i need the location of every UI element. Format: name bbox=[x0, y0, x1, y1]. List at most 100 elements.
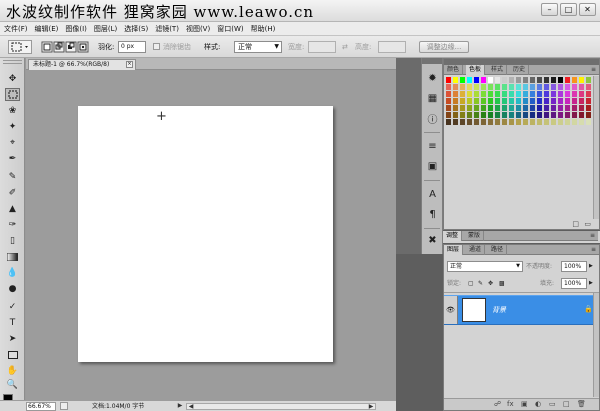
swatch[interactable] bbox=[572, 91, 578, 98]
paragraph-icon[interactable]: ¶ bbox=[426, 208, 439, 221]
swatch[interactable] bbox=[523, 84, 529, 91]
swatch[interactable] bbox=[544, 119, 550, 126]
lock-pixels-icon[interactable]: ✎ bbox=[478, 278, 483, 289]
swatches-scrollbar[interactable] bbox=[593, 76, 599, 219]
tab-styles[interactable]: 样式 bbox=[488, 65, 508, 75]
swatch[interactable] bbox=[446, 105, 452, 112]
shape-icon[interactable] bbox=[5, 348, 20, 361]
height-input[interactable] bbox=[378, 41, 406, 53]
swatch[interactable] bbox=[530, 77, 536, 84]
swatch[interactable] bbox=[516, 105, 522, 112]
swatch[interactable] bbox=[551, 84, 557, 91]
healing-brush-icon[interactable]: ✎ bbox=[5, 170, 20, 183]
panel-menu-icon[interactable]: ≡ bbox=[590, 232, 595, 239]
fill-input[interactable]: 100% bbox=[561, 278, 587, 289]
swatch[interactable] bbox=[502, 105, 508, 112]
swatch[interactable] bbox=[537, 119, 543, 126]
swatch[interactable] bbox=[586, 112, 592, 119]
fill-arrow-icon[interactable]: ▶ bbox=[589, 278, 593, 289]
feather-input[interactable]: 0 px bbox=[118, 41, 146, 53]
swatch[interactable] bbox=[586, 84, 592, 91]
swatches-icon[interactable]: ▦ bbox=[426, 92, 439, 105]
swatch[interactable] bbox=[572, 84, 578, 91]
zoom-icon[interactable]: 🔍 bbox=[5, 378, 20, 391]
scroll-right-icon[interactable]: ▶ bbox=[367, 403, 375, 411]
panel-menu-icon[interactable]: ≡ bbox=[591, 246, 596, 253]
status-settings-icon[interactable] bbox=[60, 402, 68, 410]
swatch[interactable] bbox=[579, 91, 585, 98]
swatch[interactable] bbox=[467, 84, 473, 91]
swatch[interactable] bbox=[481, 112, 487, 119]
move-icon[interactable]: ✥ bbox=[5, 72, 20, 85]
layer-row-background[interactable]: 👁 背景 🔒 bbox=[444, 295, 599, 325]
swatch[interactable] bbox=[495, 84, 501, 91]
swatch[interactable] bbox=[488, 98, 494, 105]
swatch[interactable] bbox=[530, 119, 536, 126]
swatch[interactable] bbox=[537, 91, 543, 98]
swatch[interactable] bbox=[551, 91, 557, 98]
swatch[interactable] bbox=[488, 119, 494, 126]
path-selection-icon[interactable]: ➤ bbox=[5, 332, 20, 345]
panel-menu-icon[interactable]: ≡ bbox=[591, 66, 596, 73]
swatch[interactable] bbox=[586, 77, 592, 84]
document-tab[interactable]: 未标题-1 @ 66.7%(RGB/8) × bbox=[28, 59, 136, 70]
swatch[interactable] bbox=[558, 84, 564, 91]
swatch[interactable] bbox=[551, 119, 557, 126]
hand-icon[interactable]: ✋ bbox=[5, 364, 20, 377]
swatch[interactable] bbox=[523, 112, 529, 119]
tab-channels[interactable]: 通道 bbox=[466, 245, 486, 255]
brush-icon[interactable]: ✐ bbox=[5, 186, 20, 199]
swatch[interactable] bbox=[579, 112, 585, 119]
swatch[interactable] bbox=[516, 119, 522, 126]
swatch[interactable] bbox=[544, 84, 550, 91]
swatch[interactable] bbox=[460, 112, 466, 119]
swatch[interactable] bbox=[544, 112, 550, 119]
swatch[interactable] bbox=[446, 119, 452, 126]
swatch[interactable] bbox=[446, 84, 452, 91]
menu-file[interactable]: 文件(F) bbox=[4, 24, 28, 34]
dodge-icon[interactable]: ● bbox=[5, 282, 20, 295]
tools-presets-icon[interactable]: ✖ bbox=[426, 234, 439, 247]
toolbox-grip[interactable] bbox=[3, 60, 22, 64]
swatch[interactable] bbox=[460, 91, 466, 98]
swatch[interactable] bbox=[495, 119, 501, 126]
swatch[interactable] bbox=[488, 91, 494, 98]
swatch[interactable] bbox=[460, 84, 466, 91]
swatch[interactable] bbox=[523, 77, 529, 84]
swatch[interactable] bbox=[565, 119, 571, 126]
swatch[interactable] bbox=[516, 77, 522, 84]
swatch[interactable] bbox=[509, 105, 515, 112]
swatch[interactable] bbox=[572, 119, 578, 126]
layer-mask-icon[interactable]: ▣ bbox=[521, 400, 528, 408]
tab-masks[interactable]: 蒙版 bbox=[465, 231, 485, 241]
swatch[interactable] bbox=[544, 77, 550, 84]
swatch[interactable] bbox=[488, 112, 494, 119]
close-button[interactable]: ✕ bbox=[579, 3, 596, 16]
swatch[interactable] bbox=[530, 112, 536, 119]
menu-help[interactable]: 帮助(H) bbox=[251, 24, 276, 34]
swatch[interactable] bbox=[509, 98, 515, 105]
swatch[interactable] bbox=[586, 98, 592, 105]
swatch[interactable] bbox=[558, 77, 564, 84]
adjustment-layer-icon[interactable]: ◐ bbox=[535, 400, 541, 408]
brushes-icon[interactable]: ≡ bbox=[426, 140, 439, 153]
swatch[interactable] bbox=[544, 105, 550, 112]
swatch[interactable] bbox=[460, 105, 466, 112]
history-brush-icon[interactable]: ✑ bbox=[5, 218, 20, 231]
swatch[interactable] bbox=[460, 98, 466, 105]
info-icon[interactable]: ⓘ bbox=[426, 112, 439, 126]
swatch[interactable] bbox=[551, 98, 557, 105]
swatch[interactable] bbox=[530, 105, 536, 112]
swatch[interactable] bbox=[565, 77, 571, 84]
swatch[interactable] bbox=[495, 105, 501, 112]
tab-layers[interactable]: 图层 bbox=[444, 245, 464, 255]
swatch[interactable] bbox=[488, 105, 494, 112]
swatch[interactable] bbox=[551, 112, 557, 119]
crop-icon[interactable]: ⌖ bbox=[5, 136, 20, 149]
swatch[interactable] bbox=[579, 77, 585, 84]
swatch[interactable] bbox=[474, 112, 480, 119]
status-menu-arrow-icon[interactable]: ▶ bbox=[176, 402, 184, 410]
swatch[interactable] bbox=[467, 105, 473, 112]
menu-view[interactable]: 视图(V) bbox=[186, 24, 210, 34]
swatch[interactable] bbox=[481, 119, 487, 126]
